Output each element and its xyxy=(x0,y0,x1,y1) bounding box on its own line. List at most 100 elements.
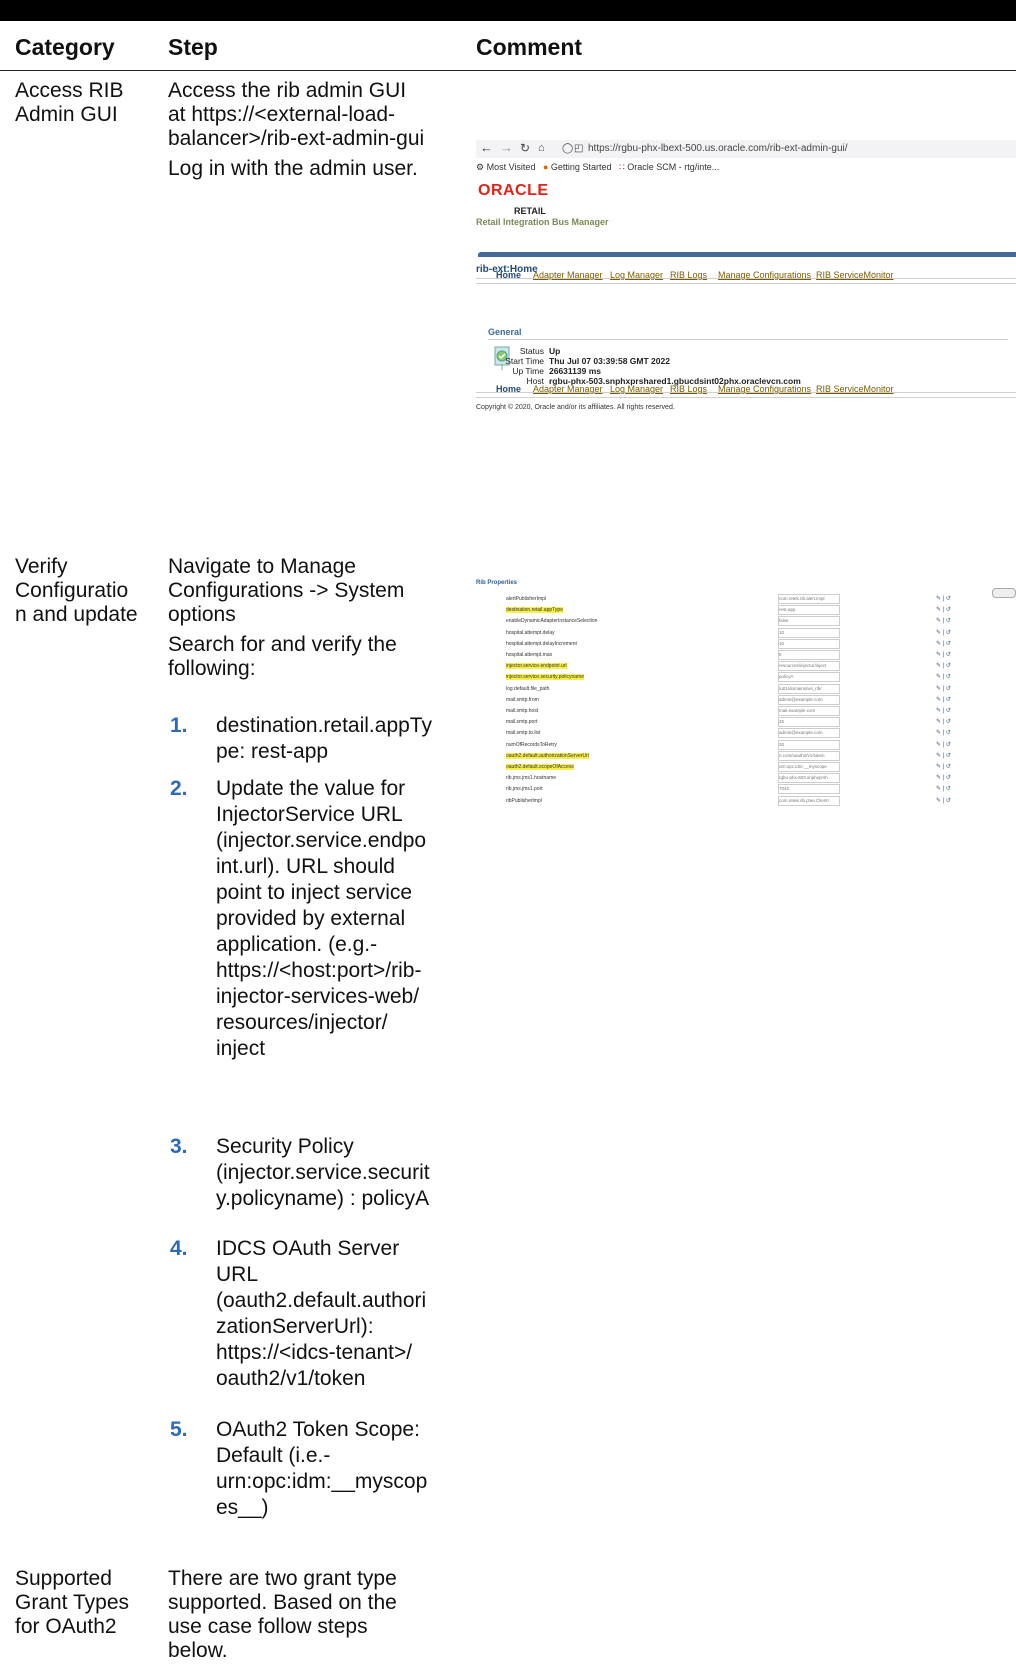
property-value-field[interactable]: urn:opc:idm:__myscope xyxy=(778,762,840,772)
edit-reset-icons[interactable]: ✎ | ↺ xyxy=(936,763,951,770)
item-number: 2. xyxy=(170,777,188,800)
edit-reset-icons[interactable]: ✎ | ↺ xyxy=(936,797,951,804)
rib-admin-screenshot: ← → ↻ ⌂ ◯ ◰ https://rgbu-phx-lbext-500.u… xyxy=(476,140,1016,450)
property-key: mail.smtp.host xyxy=(506,708,539,714)
edit-reset-icons[interactable]: ✎ | ↺ xyxy=(936,595,951,602)
edit-reset-icons[interactable]: ✎ | ↺ xyxy=(936,696,951,703)
property-row: oauth2.default.authorizationServerUrl n.c… xyxy=(506,750,996,763)
edit-reset-icons[interactable]: ✎ | ↺ xyxy=(936,741,951,748)
gear-icon: ⚙ xyxy=(476,162,485,172)
row2-category: Verify Configuratio n and update xyxy=(15,555,138,626)
property-key: numOfRecordsToRetry xyxy=(506,741,557,748)
property-value-field[interactable]: rest-app xyxy=(778,605,840,616)
row3-category: Supported Grant Types for OAuth2 xyxy=(15,1567,130,1638)
tab-manage-configurations[interactable]: Manage Configurations xyxy=(718,270,811,280)
browser-address-bar: ← → ↻ ⌂ ◯ ◰ https://rgbu-phx-lbext-500.u… xyxy=(476,140,1016,158)
edit-reset-icons[interactable]: ✎ | ↺ xyxy=(936,606,951,613)
property-value-field[interactable]: 10 xyxy=(778,627,840,638)
property-value-field[interactable]: 25 xyxy=(778,717,840,728)
app-subtitle: Retail Integration Bus Manager xyxy=(476,217,609,227)
shield-icon: ◯ xyxy=(562,143,574,154)
property-key: mail.smtp.port xyxy=(506,719,538,726)
tab-adapter-manager[interactable]: Adapter Manager xyxy=(533,270,603,280)
list-item: Update the value for InjectorService URL… xyxy=(216,777,427,1060)
general-section-title: General xyxy=(488,327,522,337)
edit-reset-icons[interactable]: ✎ | ↺ xyxy=(936,640,951,647)
property-value-field[interactable]: policyA xyxy=(778,672,840,683)
edit-reset-icons[interactable]: ✎ | ↺ xyxy=(936,752,951,759)
property-value-field[interactable]: 10 xyxy=(778,638,840,649)
edit-reset-icons[interactable]: ✎ | ↺ xyxy=(936,662,951,669)
property-row: rib.jms.jms1.hostname rgbu-phx-503.snphxp… xyxy=(506,773,996,785)
item-number: 4. xyxy=(170,1237,188,1260)
copyright: Copyright © 2020, Oracle and/or its affi… xyxy=(476,404,675,411)
property-key: hospital.attempt.delay xyxy=(506,629,555,636)
tab-rib-logs[interactable]: RIB Logs xyxy=(670,270,707,280)
property-value-field[interactable]: 20 xyxy=(778,739,840,750)
property-key: oauth2.default.authorizationServerUrl xyxy=(506,752,589,759)
row3-step: There are two grant type supported. Base… xyxy=(168,1567,397,1662)
property-key: log.default.file_path xyxy=(506,685,550,692)
item-number: 3. xyxy=(170,1135,188,1158)
property-row: mail.smtp.to.list admin@example.com ✎ | ↺ xyxy=(506,728,996,740)
list-item: destination.retail.appTy pe: rest-app xyxy=(216,714,432,763)
retail-label: RETAIL xyxy=(514,206,546,216)
property-key: mail.smtp.to.list xyxy=(506,730,541,737)
property-value-field[interactable]: admin@example.com xyxy=(778,728,840,739)
item-number: 5. xyxy=(170,1418,188,1441)
rib-properties-screenshot: Rib Properties alertPublisherImpl com.ret… xyxy=(476,580,1016,870)
property-row: log.default.file_path/u01/domains/ws_rib… xyxy=(506,683,996,696)
edit-reset-icons[interactable]: ✎ | ↺ xyxy=(936,685,951,692)
edit-reset-icons[interactable]: ✎ | ↺ xyxy=(936,617,951,624)
property-key: hospital.attempt.max xyxy=(506,652,553,658)
property-key: injector.service.endpoint.url xyxy=(506,663,567,670)
header-step: Step xyxy=(168,34,218,60)
property-value-field[interactable]: rgbu-phx-503.snphxprsh xyxy=(778,773,840,784)
property-value-field[interactable]: mail.example.com xyxy=(778,706,840,716)
tab-rib-servicemonitor[interactable]: RIB ServiceMonitor xyxy=(816,270,894,280)
start-time-value: Thu Jul 07 03:39:58 GMT 2022 xyxy=(549,356,670,366)
property-value-field[interactable]: false xyxy=(778,616,840,627)
property-value-field[interactable]: com.retek.rib.j2ee.ClientI xyxy=(778,795,840,806)
property-value-field[interactable]: com.retek.rib.alert.impl xyxy=(778,594,840,604)
list-item: IDCS OAuth Server URL (oauth2.default.au… xyxy=(216,1237,427,1390)
property-key: alertPublisherImpl xyxy=(506,596,547,602)
tab-log-manager[interactable]: Log Manager xyxy=(610,270,663,280)
edit-reset-icons[interactable]: ✎ | ↺ xyxy=(936,785,951,792)
property-key: ribPublisherImpl xyxy=(506,797,542,804)
tab-home[interactable]: Home xyxy=(496,270,521,280)
rib-properties-title: Rib Properties xyxy=(476,580,518,586)
property-value-field[interactable]: admin@example.com xyxy=(778,694,840,705)
edit-reset-icons[interactable]: ✎ | ↺ xyxy=(936,651,951,658)
property-row: injector.service.security.policyname poli… xyxy=(506,672,996,684)
edit-reset-icons[interactable]: ✎ | ↺ xyxy=(936,718,951,725)
edit-reset-icons[interactable]: ✎ | ↺ xyxy=(936,729,951,736)
property-key: rib.jms.jms1.port xyxy=(506,786,543,793)
edit-reset-icons[interactable]: ✎ | ↺ xyxy=(936,673,951,680)
row2-step: Navigate to Manage Configurations -> Sys… xyxy=(168,555,405,680)
list-item: Security Policy (injector.service.securi… xyxy=(216,1135,430,1210)
reload-icon: ↻ xyxy=(520,141,531,155)
property-value-field[interactable]: 7042 xyxy=(778,784,840,795)
edit-reset-icons[interactable]: ✎ | ↺ xyxy=(936,629,951,636)
property-key: rib.jms.jms1.hostname xyxy=(506,775,557,782)
list-item: OAuth2 Token Scope: Default (i.e.- urn:o… xyxy=(216,1418,428,1519)
status-value: Up xyxy=(549,346,561,356)
property-row: mail.smtp.host mail.example.com ✎ | ↺ xyxy=(506,706,996,718)
property-value-field[interactable]: n.com/oauth2/v1/token xyxy=(778,750,840,761)
uptime-value: 26631139 ms xyxy=(549,366,601,376)
header-comment: Comment xyxy=(476,34,583,60)
edit-reset-icons[interactable]: ✎ | ↺ xyxy=(936,707,951,714)
header-divider xyxy=(0,70,1016,71)
property-value-field[interactable]: resources/injector/inject xyxy=(778,661,840,672)
property-key: injector.service.security.policyname xyxy=(506,674,584,681)
property-row: oauth2.default.scopeOfAccess urn:opc:idm:… xyxy=(506,762,996,774)
property-key: enableDynamicAdapterInstanceSelection xyxy=(506,618,598,625)
property-row: mail.smtp.from admin@example.com ✎ | ↺ xyxy=(506,694,996,707)
property-row: mail.smtp.port 25 ✎ | ↺ xyxy=(506,717,996,729)
header-category: Category xyxy=(15,34,115,60)
property-value-field[interactable]: /u01/domains/ws_rib/ xyxy=(778,683,840,694)
edit-reset-icons[interactable]: ✎ | ↺ xyxy=(936,774,951,781)
property-row: enableDynamicAdapterInstanceSelection fal… xyxy=(506,616,996,628)
property-value-field[interactable]: 5 xyxy=(778,650,840,660)
